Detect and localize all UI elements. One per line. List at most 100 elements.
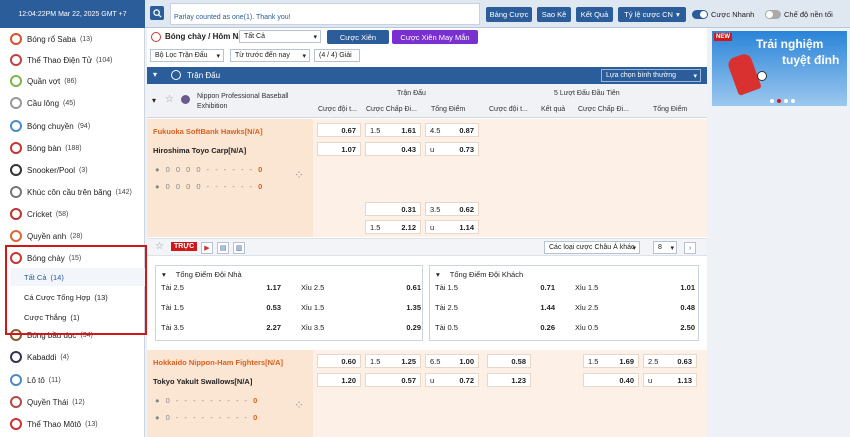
carousel-dot[interactable]: [784, 99, 788, 103]
odds-ml-away[interactable]: 1.20: [317, 373, 361, 387]
under-line[interactable]: Xỉu 2.5 0.48: [575, 303, 695, 316]
sidebar-item[interactable]: Bóng chuyền (94): [0, 115, 145, 137]
star-icon[interactable]: ☆: [155, 241, 164, 252]
odds-ou-under[interactable]: u 0.72: [425, 373, 479, 387]
grid-icon[interactable]: ▤: [217, 242, 229, 254]
under-line[interactable]: Xỉu 3.5 0.29: [301, 323, 421, 336]
statement-button[interactable]: Sao Kê: [537, 7, 571, 22]
lucky-parlay-label: Cược Xiên May Mắn: [400, 32, 470, 42]
odds-hcp-home[interactable]: 1.5 1.25: [365, 354, 421, 368]
odds-alt-ou-1[interactable]: 3.5 0.62: [425, 202, 479, 216]
odds-alt-ou-2[interactable]: u 1.14: [425, 220, 479, 234]
sports-sidebar: Bóng rổ Saba (13) Thể Thao Điện Tử (104) Quầ…: [0, 28, 145, 437]
page-select[interactable]: 8 ▾: [653, 241, 677, 254]
parlay-button[interactable]: Cược Xiên: [327, 30, 389, 44]
under-line[interactable]: Xỉu 1.5 1.01: [575, 283, 695, 296]
sidebar-item[interactable]: Bóng rổ Saba (13): [0, 28, 145, 50]
sidebar-item[interactable]: Khúc côn cầu trên băng (142): [0, 181, 145, 203]
sidebar-item[interactable]: Cầu lông (45): [0, 92, 145, 114]
odds-ml5-away[interactable]: 1.23: [487, 373, 531, 387]
market-filter-select[interactable]: Tất Cả ▾: [239, 30, 321, 43]
stats-icon[interactable]: ⁘: [294, 168, 304, 182]
odds-ml-away[interactable]: 1.07: [317, 142, 361, 156]
sidebar-item[interactable]: Quần vợt (86): [0, 70, 145, 92]
odds-alt-hcp-1[interactable]: 0.31: [365, 202, 421, 216]
odds-ml-home[interactable]: 0.67: [317, 123, 361, 137]
odds-hcp5-home[interactable]: 1.5 1.69: [583, 354, 639, 368]
carousel-dot[interactable]: [777, 99, 781, 103]
under-line[interactable]: Xỉu 1.5 1.35: [301, 303, 421, 316]
sidebar-item[interactable]: Cricket (58): [0, 203, 145, 225]
sort-select[interactable]: Từ trước đến nay ▾: [230, 49, 310, 62]
sport-icon: [10, 351, 22, 363]
chevron-down-icon: ▾: [693, 72, 697, 80]
odds-ou5-under[interactable]: u 1.13: [643, 373, 697, 387]
sidebar-item-label: Bóng bàn: [27, 143, 62, 153]
over-line[interactable]: Tài 1.5 0.71: [435, 283, 555, 296]
sidebar-item[interactable]: Quyền anh (28): [0, 225, 145, 247]
league-filter-select[interactable]: Bộ Lọc Trận Đấu ▾: [150, 49, 224, 62]
carousel-dots[interactable]: [770, 99, 795, 103]
lucky-parlay-button[interactable]: Cược Xiên May Mắn: [392, 30, 478, 44]
market-type-select[interactable]: Các loại cược Châu Á khác ▾: [544, 241, 640, 254]
chevron-down-icon: ▾: [216, 52, 220, 60]
ball-icon: [757, 71, 767, 81]
play-icon[interactable]: ▶: [201, 242, 213, 254]
quick-bet-toggle[interactable]: [692, 10, 708, 19]
over-line[interactable]: Tài 1.5 0.53: [161, 303, 281, 316]
sidebar-item[interactable]: Quyền Thái (12): [0, 391, 145, 413]
sidebar-item-label: Cầu lông: [27, 98, 60, 108]
league-name: Nippon Professional Baseball Exhibition: [197, 93, 289, 110]
next-icon[interactable]: ›: [684, 242, 696, 254]
star-icon[interactable]: ☆: [165, 94, 174, 105]
chevron-down-icon[interactable]: ▾: [162, 270, 166, 279]
sidebar-item[interactable]: Thể Thao Điện Tử (104): [0, 49, 145, 71]
odds-hcp-away[interactable]: 0.43: [365, 142, 421, 156]
carousel-dot[interactable]: [791, 99, 795, 103]
stats-icon[interactable]: ⁘: [294, 398, 304, 412]
odds-ou-over[interactable]: 6.5 1.00: [425, 354, 479, 368]
league-count[interactable]: (4 / 4) Giải: [314, 49, 360, 62]
odds-ml-home[interactable]: 0.60: [317, 354, 361, 368]
chevron-down-icon[interactable]: ▾: [436, 270, 440, 279]
results-button[interactable]: Kết Quả: [576, 7, 613, 22]
carousel-dot[interactable]: [770, 99, 774, 103]
odds-ml5-home[interactable]: 0.58: [487, 354, 531, 368]
line-label: Tài 1.5: [435, 283, 458, 292]
sidebar-item[interactable]: Thể Thao Môtô (13): [0, 413, 145, 435]
chevron-down-icon: ▾: [313, 33, 317, 41]
sidebar-item-count: (12): [72, 398, 85, 406]
view-select[interactable]: Lựa chọn bình thường ▾: [601, 69, 701, 82]
sidebar-item[interactable]: Snooker/Pool (3): [0, 159, 145, 181]
odds-hcp5-away[interactable]: 0.40: [583, 373, 639, 387]
col-header: Tổng Điểm: [431, 106, 466, 113]
bet-list-button[interactable]: Bảng Cược: [486, 7, 532, 22]
clock-icon: [171, 70, 181, 80]
chevron-down-icon[interactable]: ▾: [152, 96, 156, 105]
odds-alt-hcp-2[interactable]: 1.5 2.12: [365, 220, 421, 234]
odds-ou5-over[interactable]: 2.5 0.63: [643, 354, 697, 368]
column-icon[interactable]: ▥: [233, 242, 245, 254]
odds-hcp-away[interactable]: 0.57: [365, 373, 421, 387]
collapse-icon[interactable]: ▾: [153, 70, 157, 79]
odds-hcp-home[interactable]: 1.5 1.61: [365, 123, 421, 137]
odds-type-button[interactable]: Tỷ lệ cược CN ▾: [618, 7, 686, 22]
score-line-away: ● 0 - - - - - - - - - 0: [155, 413, 260, 422]
under-line[interactable]: Xỉu 0.5 2.50: [575, 323, 695, 336]
sidebar-item[interactable]: Lô tô (11): [0, 369, 145, 391]
promo-banner[interactable]: NEW Trải nghiệm tuyệt đỉnh: [712, 31, 847, 106]
score-line-home: ● 0 0 0 0 - - - - - - 0: [155, 165, 265, 174]
highlight-box: [5, 245, 147, 335]
over-line[interactable]: Tài 2.5 1.44: [435, 303, 555, 316]
odds-ou-under[interactable]: u 0.73: [425, 142, 479, 156]
over-line[interactable]: Tài 0.5 0.26: [435, 323, 555, 336]
over-line[interactable]: Tài 2.5 1.17: [161, 283, 281, 296]
under-line[interactable]: Xỉu 2.5 0.61: [301, 283, 421, 296]
chevron-down-icon: ▾: [632, 244, 636, 252]
over-line[interactable]: Tài 3.5 2.27: [161, 323, 281, 336]
dark-mode-toggle[interactable]: [765, 10, 781, 19]
odds-ou-over[interactable]: 4.5 0.87: [425, 123, 479, 137]
search-button[interactable]: [150, 6, 164, 20]
sidebar-item[interactable]: Bóng bàn (188): [0, 137, 145, 159]
sidebar-item[interactable]: Kabaddi (4): [0, 346, 145, 368]
